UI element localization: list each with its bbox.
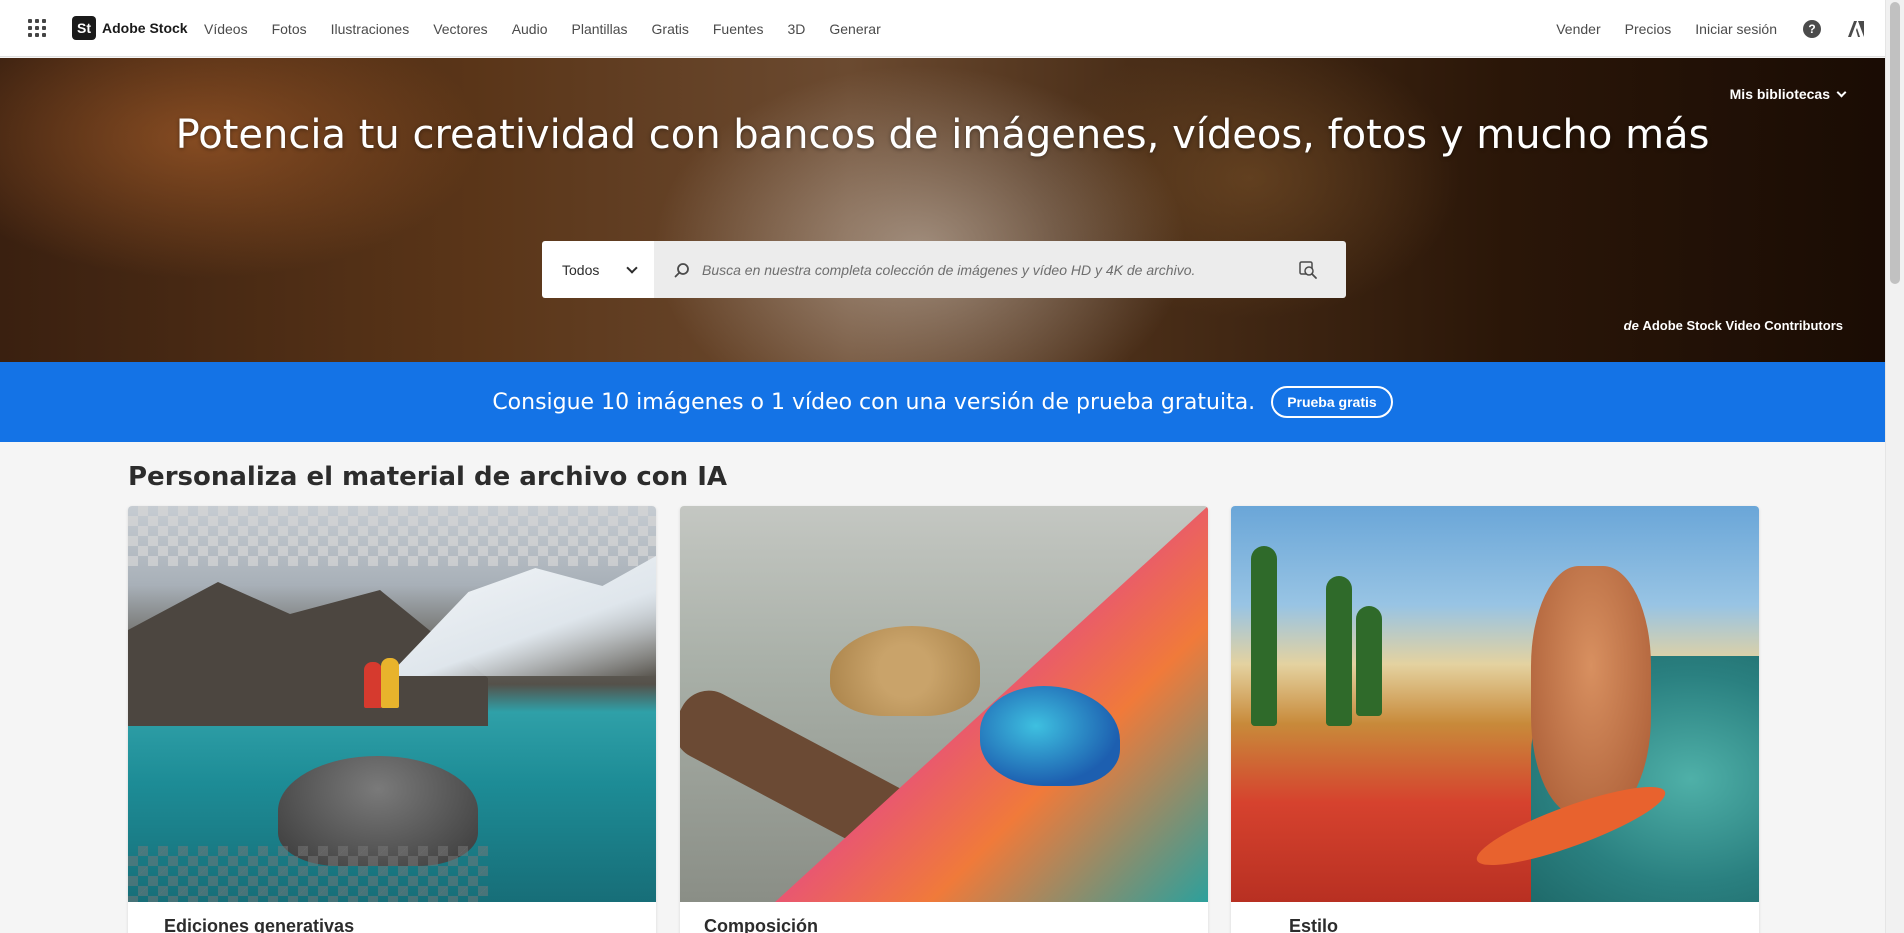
nav-link-ilustraciones[interactable]: Ilustraciones [331, 21, 410, 37]
card-label: Composición [704, 916, 819, 933]
card-image [1231, 506, 1759, 902]
search-icon [674, 262, 689, 277]
page-scrollbar[interactable] [1885, 0, 1904, 933]
visual-search-icon[interactable] [1298, 260, 1318, 280]
search-bar: Todos [542, 241, 1346, 298]
search-category-value: Todos [562, 261, 600, 278]
section-title: Personaliza el material de archivo con I… [128, 462, 727, 492]
nav-link-fuentes[interactable]: Fuentes [713, 21, 764, 37]
hero-title: Potencia tu creatividad con bancos de im… [175, 112, 1710, 158]
card-generative-edits[interactable]: Ediciones generativas [128, 506, 656, 933]
nav-link-gratis[interactable]: Gratis [652, 21, 689, 37]
card-composition[interactable]: Composición [680, 506, 1208, 933]
search-field [654, 241, 1346, 298]
pricing-link[interactable]: Precios [1625, 21, 1672, 37]
adobe-logo-icon[interactable] [1847, 20, 1865, 38]
free-trial-button[interactable]: Prueba gratis [1271, 386, 1393, 418]
hero-banner: Mis bibliotecas Potencia tu creatividad … [0, 58, 1885, 362]
adobe-stock-logo-icon: St [72, 16, 96, 40]
nav-right: Vender Precios Iniciar sesión ? [1532, 0, 1865, 57]
brand-name: Adobe Stock [102, 20, 188, 36]
chevron-down-icon [626, 261, 638, 274]
card-image [128, 506, 656, 902]
sign-in-link[interactable]: Iniciar sesión [1695, 21, 1777, 37]
nav-link-videos[interactable]: Vídeos [204, 21, 248, 37]
nav-link-vectores[interactable]: Vectores [433, 21, 487, 37]
card-style[interactable]: Estilo [1231, 506, 1759, 933]
nav-links: Vídeos Fotos Ilustraciones Vectores Audi… [204, 0, 905, 57]
card-label: Estilo [1289, 916, 1339, 933]
credit-name[interactable]: Adobe Stock Video Contributors [1642, 318, 1843, 333]
image-credit: de Adobe Stock Video Contributors [1624, 318, 1843, 333]
my-libraries-label: Mis bibliotecas [1729, 86, 1830, 102]
scrollbar-thumb[interactable] [1890, 2, 1900, 284]
my-libraries-button[interactable]: Mis bibliotecas [1729, 86, 1847, 102]
help-icon[interactable]: ? [1803, 19, 1821, 38]
promo-banner: Consigue 10 imágenes o 1 vídeo con una v… [0, 362, 1885, 442]
chevron-down-icon [1836, 87, 1847, 97]
nav-link-3d[interactable]: 3D [787, 21, 805, 37]
nav-link-plantillas[interactable]: Plantillas [572, 21, 628, 37]
nav-link-generar[interactable]: Generar [829, 21, 880, 37]
search-input[interactable] [702, 261, 1298, 278]
sell-link[interactable]: Vender [1556, 21, 1600, 37]
promo-text: Consigue 10 imágenes o 1 vídeo con una v… [492, 389, 1256, 415]
search-category-select[interactable]: Todos [542, 241, 654, 298]
top-navigation: St Adobe Stock Vídeos Fotos Ilustracione… [0, 0, 1885, 57]
apps-grid-icon[interactable] [28, 19, 46, 37]
card-image [680, 506, 1208, 902]
nav-link-audio[interactable]: Audio [512, 21, 548, 37]
card-label: Ediciones generativas [164, 916, 355, 933]
credit-prefix: de [1623, 318, 1639, 333]
brand[interactable]: St Adobe Stock [72, 16, 188, 40]
nav-link-fotos[interactable]: Fotos [272, 21, 307, 37]
